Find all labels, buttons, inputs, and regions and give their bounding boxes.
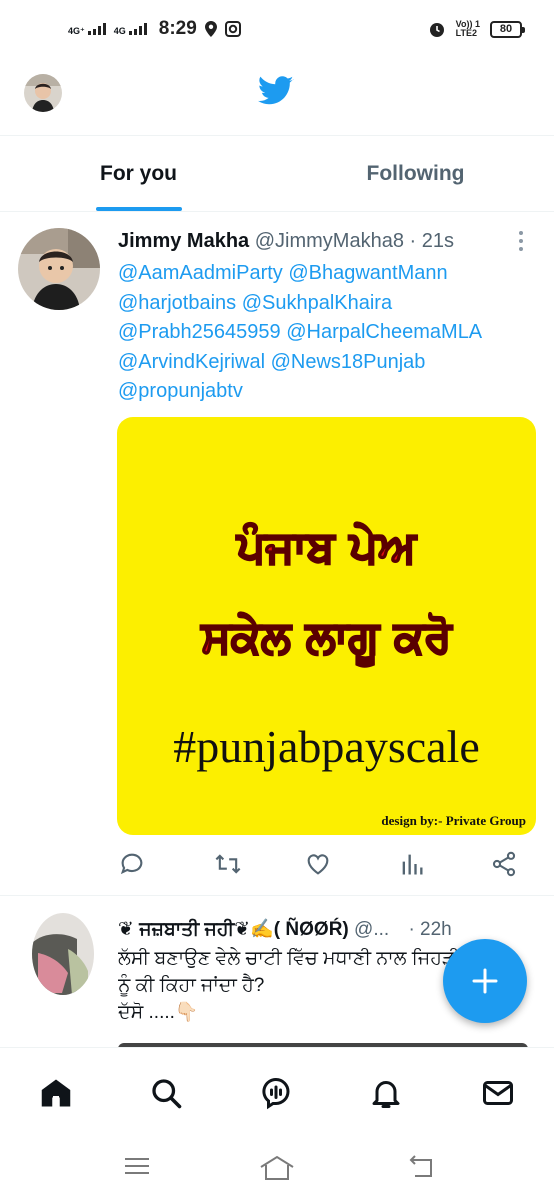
menu-icon[interactable] — [122, 1154, 152, 1183]
tweet-header: Jimmy Makha @JimmyMakha8 · 21s — [118, 230, 454, 253]
author-name[interactable]: Jimmy Makha — [118, 230, 249, 252]
back-icon[interactable] — [405, 1154, 437, 1185]
tweet-image[interactable]: ਪੰਜਾਬ ਪੇਅ ਸਕੇਲ ਲਾਗੂ ਕਰੋ #punjabpayscale … — [117, 417, 536, 835]
mention-line[interactable]: @Prabh25645959 @HarpalCheemaMLA — [118, 318, 538, 348]
more-options-icon[interactable] — [516, 230, 526, 257]
messages-icon[interactable] — [480, 1075, 516, 1111]
author-handle[interactable]: @... — [354, 919, 389, 940]
retweet-icon[interactable] — [214, 850, 244, 880]
tab-for-you[interactable]: For you — [0, 137, 277, 211]
share-icon[interactable] — [490, 850, 520, 880]
volte-indicator: Vo)) 1 LTE2 — [456, 20, 480, 38]
tweet[interactable]: Jimmy Makha @JimmyMakha8 · 21s @AamAadmi… — [0, 212, 554, 896]
signal-1: 4G⁺ — [68, 23, 106, 36]
author-handle[interactable]: @JimmyMakha8 — [255, 230, 404, 252]
tab-active-indicator — [95, 207, 182, 211]
tweet-header: ❦ ਜਜ਼ਬਾਤੀ ਜਹੀ❦✍️( ÑØØŔ) @... · 22h — [118, 917, 452, 941]
status-right: Vo)) 1 LTE2 80 — [428, 20, 525, 38]
network-type-1: 4G⁺ — [68, 26, 85, 36]
tweet-time: · 22h — [408, 919, 452, 940]
volte-line2: LTE2 — [455, 28, 477, 38]
signal-bars-icon — [87, 23, 106, 35]
network-type-2: 4G — [113, 26, 126, 36]
signal-bars-icon — [128, 23, 147, 35]
mention-line[interactable]: @propunjabtv — [118, 377, 538, 407]
spaces-icon[interactable] — [258, 1075, 294, 1111]
location-icon — [204, 21, 217, 37]
tweet-time: · 21s — [409, 230, 454, 252]
home-icon[interactable] — [38, 1075, 74, 1111]
image-text-line1: ਪੰਜਾਬ ਪੇਅ — [236, 521, 417, 574]
instagram-icon — [224, 21, 241, 37]
image-credit: design by:- Private Group — [381, 813, 526, 828]
tweet-text: @AamAadmiParty @BhagwantMann @harjotbain… — [118, 259, 538, 407]
reply-icon[interactable] — [118, 850, 148, 880]
signal-2: 4G — [113, 23, 147, 36]
mention-line[interactable]: @ArvindKejriwal @News18Punjab — [118, 348, 538, 378]
twitter-bird-icon[interactable] — [258, 76, 294, 111]
tab-label: Following — [366, 162, 465, 185]
avatar[interactable] — [18, 228, 100, 310]
image-text-line2: ਸਕੇਲ ਲਾਗੂ ਕਰੋ — [201, 611, 453, 664]
image-hashtag: #punjabpayscale — [173, 721, 480, 772]
mention-line[interactable]: @harjotbains @SukhpalKhaira — [118, 289, 538, 319]
home-icon[interactable] — [258, 1154, 296, 1187]
alarm-icon — [429, 23, 444, 37]
tweet-actions — [118, 850, 528, 880]
avatar[interactable] — [32, 913, 94, 995]
system-navigation — [0, 1137, 554, 1200]
author-name[interactable]: ❦ ਜਜ਼ਬਾਤੀ ਜਹੀ❦✍️( ÑØØŔ) — [118, 919, 349, 940]
like-icon[interactable] — [304, 850, 334, 880]
top-header — [0, 64, 554, 136]
compose-button[interactable] — [443, 939, 527, 1023]
status-bar: 4G⁺ 4G 8:29 Vo)) 1 LTE2 80 — [0, 0, 554, 64]
status-time: 8:29 — [158, 18, 197, 39]
avatar[interactable] — [24, 74, 62, 112]
tab-label: For you — [100, 162, 177, 185]
timeline-tabs: For you Following — [0, 137, 554, 212]
bottom-navigation — [0, 1047, 554, 1137]
mention-line[interactable]: @AamAadmiParty @BhagwantMann — [118, 259, 538, 289]
views-icon[interactable] — [398, 850, 428, 880]
notifications-icon[interactable] — [368, 1075, 404, 1111]
tab-following[interactable]: Following — [277, 137, 554, 211]
status-left: 4G⁺ 4G 8:29 — [68, 18, 241, 40]
compose-plus-icon — [472, 968, 498, 994]
battery-icon: 80 — [490, 20, 525, 38]
search-icon[interactable] — [148, 1075, 184, 1111]
